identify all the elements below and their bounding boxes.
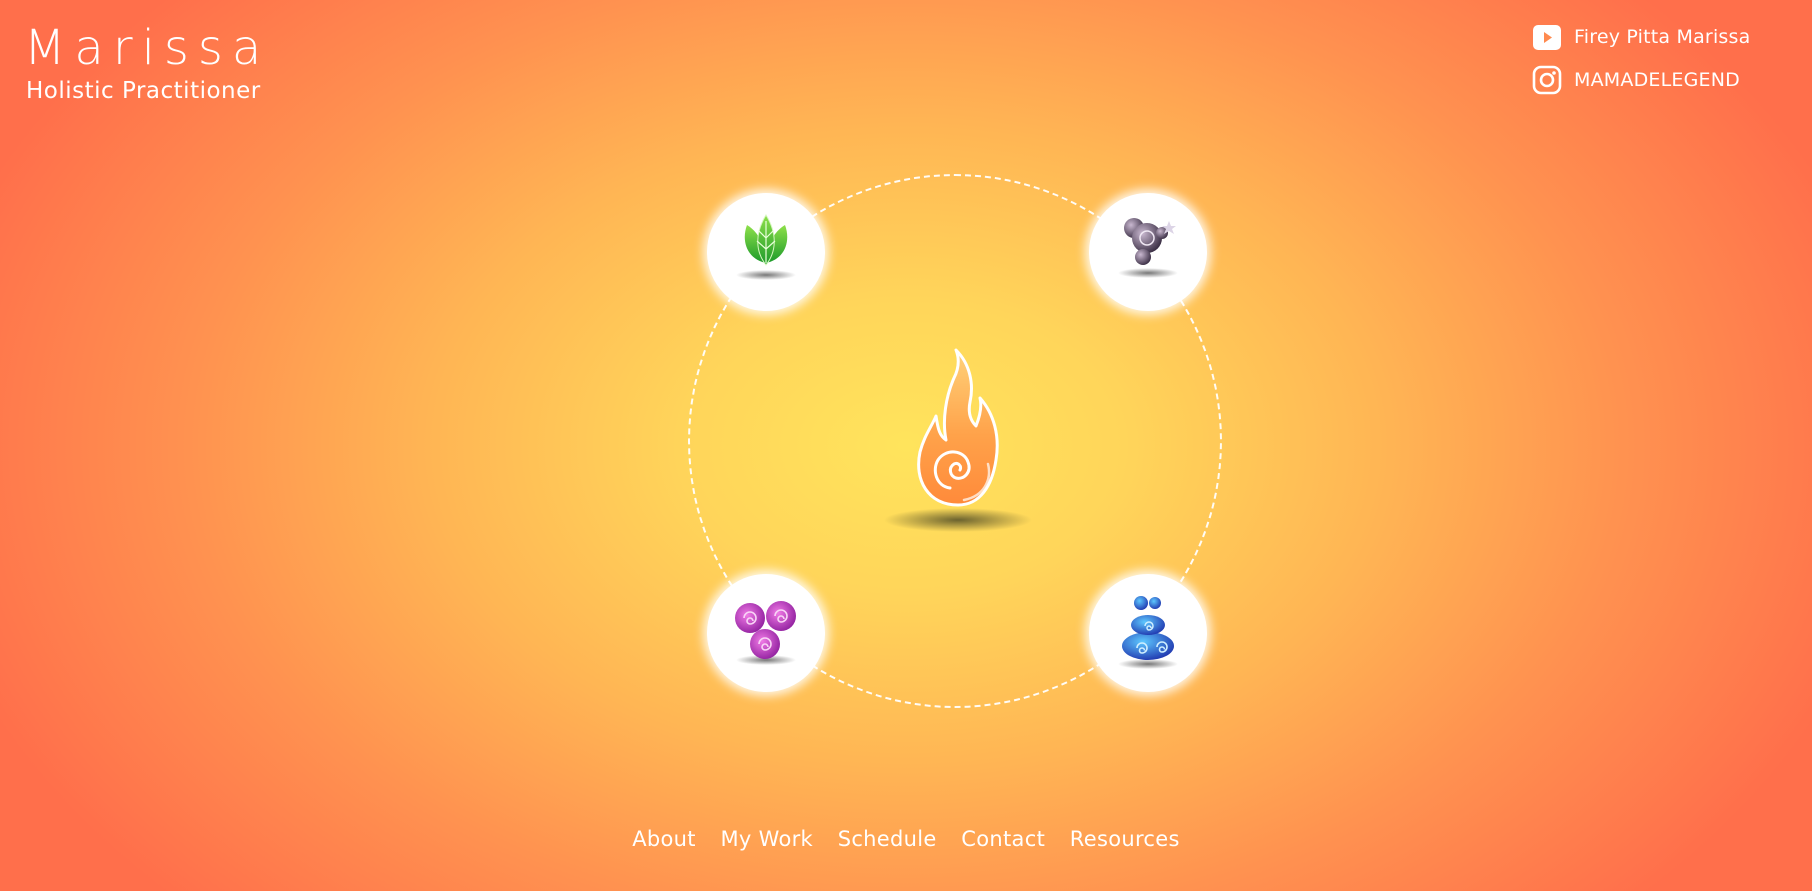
- node-water[interactable]: [1089, 574, 1207, 692]
- nav-schedule[interactable]: Schedule: [838, 827, 937, 851]
- fire-icon: [884, 348, 1032, 532]
- nav-contact[interactable]: Contact: [961, 827, 1045, 851]
- elements-diagram: [0, 0, 1812, 891]
- node-leaf[interactable]: [707, 193, 825, 311]
- node-air[interactable]: [1089, 193, 1207, 311]
- center-fire[interactable]: [876, 340, 1036, 540]
- air-bubbles-icon: [1118, 218, 1178, 278]
- spiral-icon: [735, 601, 796, 665]
- main-nav: About My Work Schedule Contact Resources: [0, 827, 1812, 851]
- nav-my-work[interactable]: My Work: [721, 827, 814, 851]
- leaf-icon: [736, 214, 796, 280]
- node-spiral[interactable]: [707, 574, 825, 692]
- nav-resources[interactable]: Resources: [1070, 827, 1180, 851]
- nav-about[interactable]: About: [632, 827, 696, 851]
- water-swirl-icon: [1118, 596, 1178, 669]
